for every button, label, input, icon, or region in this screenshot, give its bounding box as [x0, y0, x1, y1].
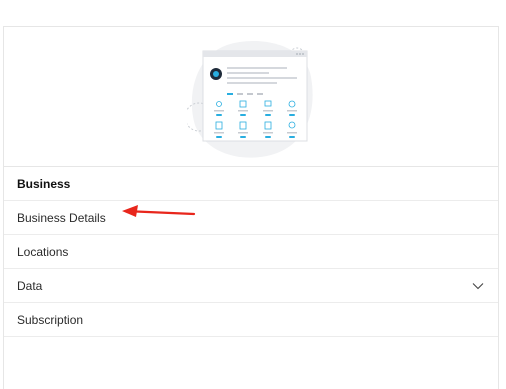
menu-header-business: Business [4, 167, 498, 201]
menu-item-label: Business Details [17, 210, 106, 225]
business-settings-panel: Business Business Details Locations Data… [3, 26, 499, 389]
menu-item-subscription[interactable]: Subscription [4, 303, 498, 337]
menu-header-label: Business [17, 176, 71, 191]
menu-item-business-details[interactable]: Business Details [4, 201, 498, 235]
dashboard-illustration [187, 40, 313, 158]
hero-illustration-area [4, 27, 498, 167]
annotation-arrow-icon [122, 205, 196, 217]
menu-item-locations[interactable]: Locations [4, 235, 498, 269]
menu-item-label: Data [17, 278, 43, 293]
menu-item-label: Locations [17, 244, 69, 259]
menu-item-data[interactable]: Data [4, 269, 498, 303]
chevron-down-icon[interactable] [472, 280, 484, 292]
menu-item-label: Subscription [17, 312, 84, 327]
